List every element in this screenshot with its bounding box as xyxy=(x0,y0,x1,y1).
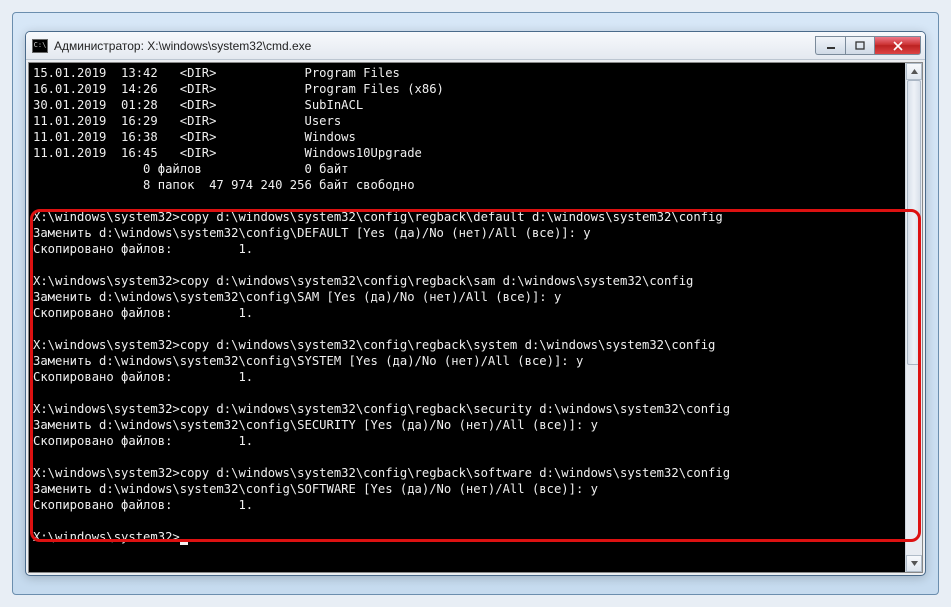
scroll-up-button[interactable] xyxy=(906,63,922,80)
terminal-container: 15.01.2019 13:42 <DIR> Program Files 16.… xyxy=(28,62,923,573)
window-title: Администратор: X:\windows\system32\cmd.e… xyxy=(54,39,815,53)
scroll-down-button[interactable] xyxy=(906,555,922,572)
vertical-scrollbar[interactable] xyxy=(905,63,922,572)
close-button[interactable] xyxy=(875,36,921,55)
minimize-button[interactable] xyxy=(815,36,845,55)
cmd-icon: C:\ xyxy=(32,39,48,53)
scrollbar-track[interactable] xyxy=(906,80,922,555)
outer-browser-frame: C:\ Администратор: X:\windows\system32\c… xyxy=(12,12,939,595)
cmd-window: C:\ Администратор: X:\windows\system32\c… xyxy=(25,31,926,576)
terminal-output[interactable]: 15.01.2019 13:42 <DIR> Program Files 16.… xyxy=(29,63,905,572)
terminal-cursor xyxy=(180,542,188,545)
titlebar[interactable]: C:\ Администратор: X:\windows\system32\c… xyxy=(26,32,925,60)
window-controls xyxy=(815,36,921,55)
maximize-button[interactable] xyxy=(845,36,875,55)
scrollbar-thumb[interactable] xyxy=(907,80,921,365)
